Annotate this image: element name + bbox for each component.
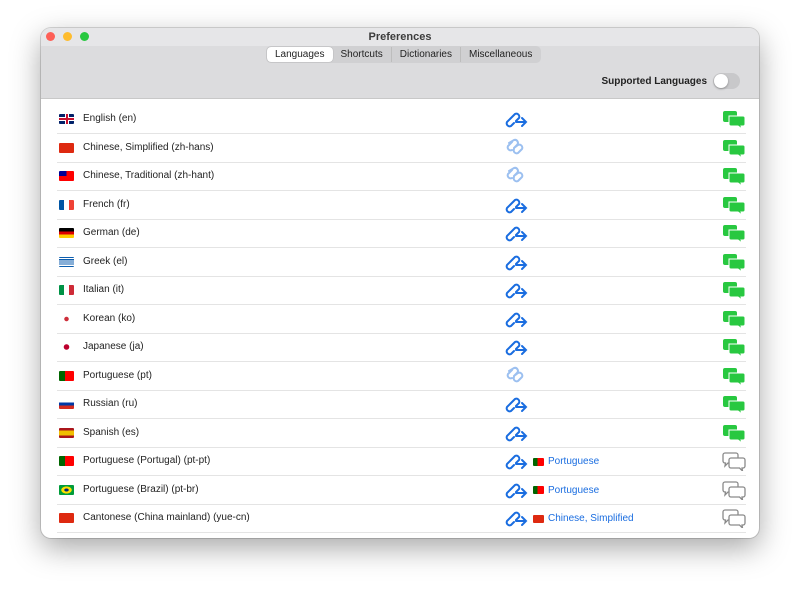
chat-enabled-icon[interactable] [722,309,746,332]
chat-enabled-icon[interactable] [722,423,746,446]
chat-enabled-icon[interactable] [722,223,746,246]
chat-enabled-icon[interactable] [722,195,746,218]
flag-pt-icon [59,456,74,466]
language-name: Chinese, Simplified (zh-hans) [83,141,214,153]
link-arrow-icon[interactable] [501,479,529,504]
language-row[interactable]: Greek (el) [57,248,746,277]
tab-languages[interactable]: Languages [267,47,333,62]
language-name: Portuguese (pt) [83,369,152,381]
flag-pt-icon [533,486,544,494]
flag-cn-icon [59,513,74,523]
close-button[interactable] [46,32,55,41]
link-arrow-icon[interactable] [501,194,529,219]
language-name: German (de) [83,227,140,238]
link-arrow-icon[interactable] [501,507,529,532]
chat-disabled-icon[interactable] [722,480,746,503]
minimize-button[interactable] [63,32,72,41]
language-row[interactable]: Chinese, Traditional (zh-hant) [57,162,746,191]
fallback-label: Chinese, Simplified [548,513,634,524]
language-name: Russian (ru) [83,398,138,409]
flag-kr-icon [59,313,74,324]
link-icon[interactable] [501,137,529,162]
language-name: English (en) [83,113,137,124]
language-name: Korean (ko) [83,312,136,324]
language-name: Chinese, Traditional (zh-hant) [83,170,215,181]
language-name: Greek (el) [83,255,128,267]
flag-fr-icon [59,199,74,210]
fallback-label: Portuguese [548,484,600,496]
flag-gb-icon [59,114,74,124]
language-row[interactable]: Spanish (es) [57,419,746,448]
link-arrow-icon[interactable] [501,450,529,475]
flag-es-icon [59,427,74,438]
tab-bar: Languages Shortcuts Dictionaries Miscell… [266,46,542,63]
toolbar: Preferences Languages Shortcuts Dictiona… [41,28,759,99]
language-row[interactable]: Cantonese (China mainland) (yue-cn) Chine… [57,504,746,533]
preferences-window: Preferences Languages Shortcuts Dictiona… [41,28,759,538]
link-arrow-icon[interactable] [501,308,529,333]
link-arrow-icon[interactable] [501,251,529,276]
language-name: French (fr) [83,198,130,210]
tab-shortcuts[interactable]: Shortcuts [333,47,391,62]
language-row[interactable]: English (en) [57,105,746,134]
language-row[interactable]: French (fr) [57,191,746,220]
flag-cn-icon [59,142,74,153]
fallback-label: Portuguese [548,456,600,467]
flag-pt-icon [533,457,544,466]
title-bar: Preferences [41,28,759,46]
language-name: Portuguese (Portugal) (pt-pt) [83,455,211,466]
flag-jp-icon [59,342,74,352]
link-arrow-icon[interactable] [501,336,529,361]
language-row[interactable]: Portuguese (Portugal) (pt-pt) Portuguese [57,447,746,476]
chat-enabled-icon[interactable] [722,109,746,132]
supported-languages-toggle[interactable] [713,73,740,89]
chat-enabled-icon[interactable] [722,138,746,161]
chat-enabled-icon[interactable] [722,366,746,389]
link-arrow-icon[interactable] [501,422,529,447]
window-title: Preferences [368,31,432,43]
language-row[interactable]: Japanese (ja) [57,333,746,362]
link-icon[interactable] [501,165,529,190]
flag-ru-icon [59,399,74,409]
language-name: Italian (it) [83,284,125,295]
language-row[interactable]: Italian (it) [57,276,746,305]
chat-disabled-icon[interactable] [722,508,746,531]
language-row[interactable]: Portuguese (pt) [57,362,746,391]
flag-tw-icon [59,171,74,181]
link-arrow-icon[interactable] [501,279,529,304]
tab-dictionaries[interactable]: Dictionaries [390,47,460,62]
flag-gr-icon [59,256,74,267]
language-name: Japanese (ja) [83,341,144,352]
chat-disabled-icon[interactable] [722,451,746,474]
language-name: Portuguese (Brazil) (pt-br) [83,483,199,495]
fallback-language[interactable]: Portuguese [533,485,599,496]
flag-pt-icon [59,370,74,381]
flag-it-icon [59,285,74,295]
chat-enabled-icon[interactable] [722,337,746,360]
chat-enabled-icon[interactable] [722,280,746,303]
zoom-button[interactable] [80,32,89,41]
language-row[interactable]: Korean (ko) [57,305,746,334]
language-row[interactable]: Chinese, Simplified (zh-hans) [57,134,746,163]
link-arrow-icon[interactable] [501,222,529,247]
supported-languages-label: Supported Languages [601,75,707,87]
tab-miscellaneous[interactable]: Miscellaneous [460,47,540,62]
link-icon[interactable] [501,365,529,390]
flag-de-icon [59,228,74,238]
chat-enabled-icon[interactable] [722,394,746,417]
link-arrow-icon[interactable] [501,393,529,418]
flag-br-icon [59,484,74,495]
chat-enabled-icon[interactable] [722,166,746,189]
flag-cn-icon [533,514,544,523]
language-name: Cantonese (China mainland) (yue-cn) [83,512,250,523]
link-arrow-icon[interactable] [501,108,529,133]
language-row[interactable]: German (de) [57,219,746,248]
language-name: Spanish (es) [83,426,140,438]
language-row[interactable]: Portuguese (Brazil) (pt-br) Portuguese [57,476,746,505]
fallback-language[interactable]: Chinese, Simplified [533,513,634,524]
fallback-language[interactable]: Portuguese [533,456,599,467]
language-row[interactable]: Russian (ru) [57,390,746,419]
chat-enabled-icon[interactable] [722,252,746,275]
